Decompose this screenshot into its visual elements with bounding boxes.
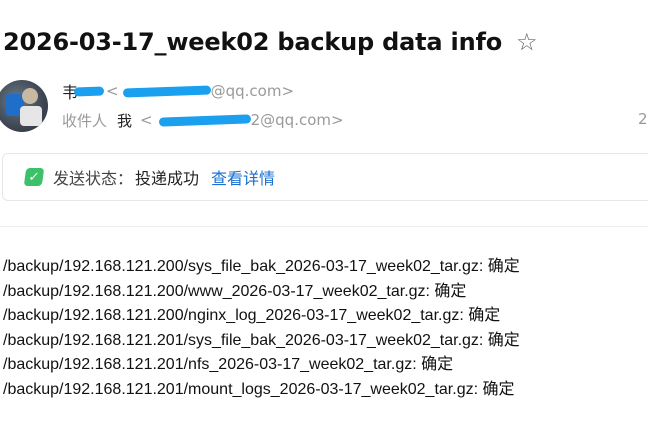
header-divider [0, 226, 648, 227]
body-line: /backup/192.168.121.200/www_2026-03-17_w… [3, 282, 467, 300]
check-icon: ✓ [23, 168, 45, 186]
delivery-status-value: 投递成功 [135, 169, 200, 188]
body-line: /backup/192.168.121.201/sys_file_bak_202… [3, 331, 520, 349]
recipient-row: 收件人 我 < 2@qq.com> [62, 109, 344, 131]
star-icon[interactable]: ☆ [516, 30, 538, 54]
delivery-status-label: 发送状态： [53, 169, 134, 188]
subject-row: 2026-03-17_week02 backup data info ☆ [3, 22, 538, 62]
email-body: /backup/192.168.121.200/sys_file_bak_202… [3, 255, 520, 403]
sender-address-domain: @qq.com> [210, 82, 295, 100]
sender-row: 韦 < @qq.com> [62, 80, 294, 102]
sender-address-bracket: < [106, 82, 119, 100]
redaction-scribble [73, 85, 105, 97]
body-line: /backup/192.168.121.201/nfs_2026-03-17_w… [3, 356, 454, 374]
delivery-status-box: ✓ 发送状态： 投递成功 查看详情 [2, 153, 648, 201]
redaction-scribble [122, 84, 211, 98]
recipient-name[interactable]: 我 [117, 110, 132, 131]
recipient-label: 收件人 [62, 111, 108, 130]
avatar[interactable] [0, 80, 48, 132]
side-counter: 2 [638, 110, 648, 128]
email-view: 2026-03-17_week02 backup data info ☆ 韦 <… [0, 0, 648, 434]
body-line: /backup/192.168.121.201/mount_logs_2026-… [3, 380, 515, 398]
recipient-address-bracket: < [140, 111, 153, 129]
recipient-address-tail: 2@qq.com> [250, 111, 344, 129]
view-details-link[interactable]: 查看详情 [211, 165, 275, 189]
body-line: /backup/192.168.121.200/nginx_log_2026-0… [3, 307, 501, 325]
redaction-scribble [158, 113, 251, 127]
body-line: /backup/192.168.121.200/sys_file_bak_202… [3, 258, 520, 275]
email-subject: 2026-03-17_week02 backup data info [3, 28, 502, 56]
